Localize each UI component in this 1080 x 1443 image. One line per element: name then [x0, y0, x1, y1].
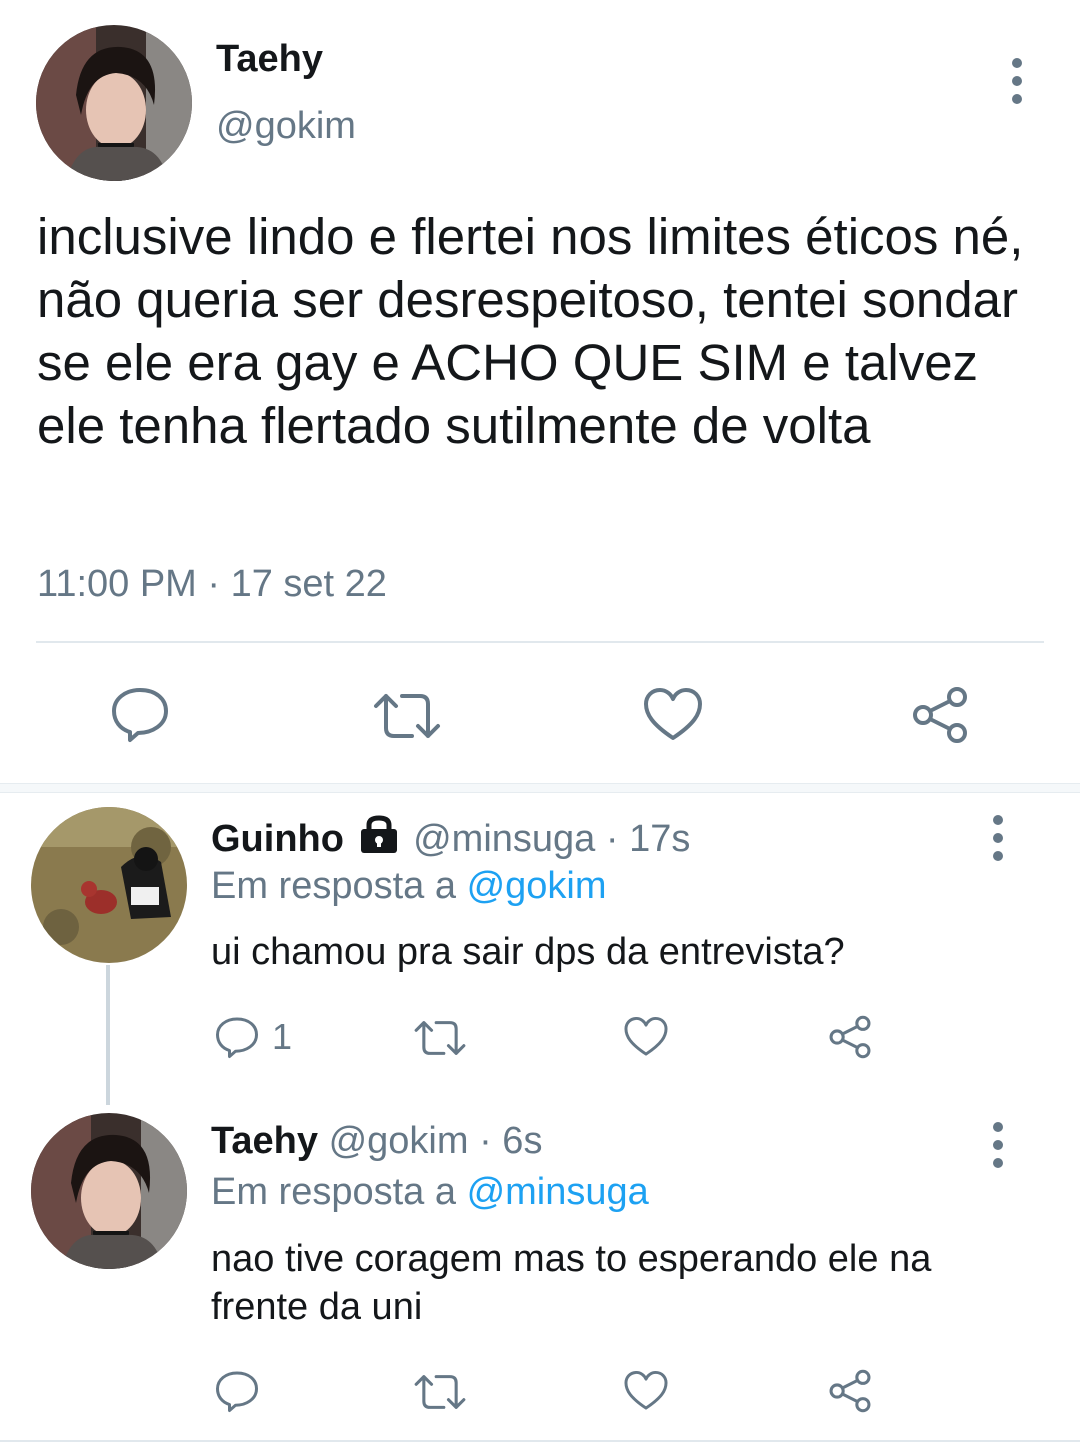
avatar-taehy-reply[interactable]: [31, 1113, 187, 1269]
reply2-more-icon[interactable]: [992, 1122, 1004, 1176]
reply1-display-name[interactable]: Guinho: [211, 818, 344, 860]
reply2-handle[interactable]: @gokim: [329, 1120, 469, 1162]
main-timestamp[interactable]: 11:00 PM · 17 set 22: [37, 563, 387, 606]
reply1-reply-to-link[interactable]: @gokim: [467, 865, 607, 907]
reply-icon[interactable]: [108, 684, 172, 744]
retweet-icon[interactable]: [372, 690, 442, 742]
lock-icon: [359, 815, 399, 863]
main-handle[interactable]: @gokim: [216, 105, 356, 148]
reply2-reply-icon[interactable]: [213, 1368, 261, 1414]
thread-line: [106, 965, 110, 1105]
main-tweet-text: inclusive lindo e flertei nos limites ét…: [37, 208, 1024, 454]
reply2-context: Em resposta a @minsuga: [211, 1171, 649, 1214]
reply1-share-icon[interactable]: [827, 1015, 873, 1059]
reply1-reply-count: 1: [272, 1016, 293, 1057]
reply1-handle[interactable]: @minsuga: [413, 818, 595, 860]
reply2-display-name[interactable]: Taehy: [211, 1120, 318, 1162]
reply2-like-icon[interactable]: [623, 1369, 669, 1413]
reply1-time[interactable]: · 17s: [606, 818, 690, 860]
reply1-reply-prefix: Em resposta a: [211, 865, 456, 907]
reply1-context: Em resposta a @gokim: [211, 865, 607, 908]
reply2-reply-to-link[interactable]: @minsuga: [467, 1171, 649, 1213]
reply1-header: Guinho @minsuga · 17s: [211, 815, 690, 863]
main-divider: [36, 641, 1044, 643]
avatar-guinho[interactable]: [31, 807, 187, 963]
reply1-retweet-icon[interactable]: [413, 1018, 467, 1058]
like-icon[interactable]: [642, 686, 704, 744]
share-icon[interactable]: [910, 686, 970, 744]
avatar-taehy[interactable]: [36, 25, 192, 181]
reply2-reply-prefix: Em resposta a: [211, 1171, 456, 1213]
reply1-reply-icon[interactable]: [213, 1014, 261, 1060]
reply1-like-icon[interactable]: [623, 1015, 669, 1059]
reply2-retweet-icon[interactable]: [413, 1372, 467, 1412]
main-more-icon[interactable]: [1011, 58, 1023, 112]
section-separator: [0, 783, 1080, 793]
bottom-divider: [0, 1440, 1080, 1442]
reply2-text: nao tive coragem mas to esperando ele na…: [211, 1238, 932, 1328]
reply2-share-icon[interactable]: [827, 1369, 873, 1413]
reply2-time[interactable]: · 6s: [479, 1120, 542, 1162]
reply1-text: ui chamou pra sair dps da entrevista?: [211, 931, 845, 973]
main-display-name[interactable]: Taehy: [216, 38, 323, 81]
reply1-more-icon[interactable]: [992, 815, 1004, 869]
reply2-header: Taehy @gokim · 6s: [211, 1120, 542, 1163]
